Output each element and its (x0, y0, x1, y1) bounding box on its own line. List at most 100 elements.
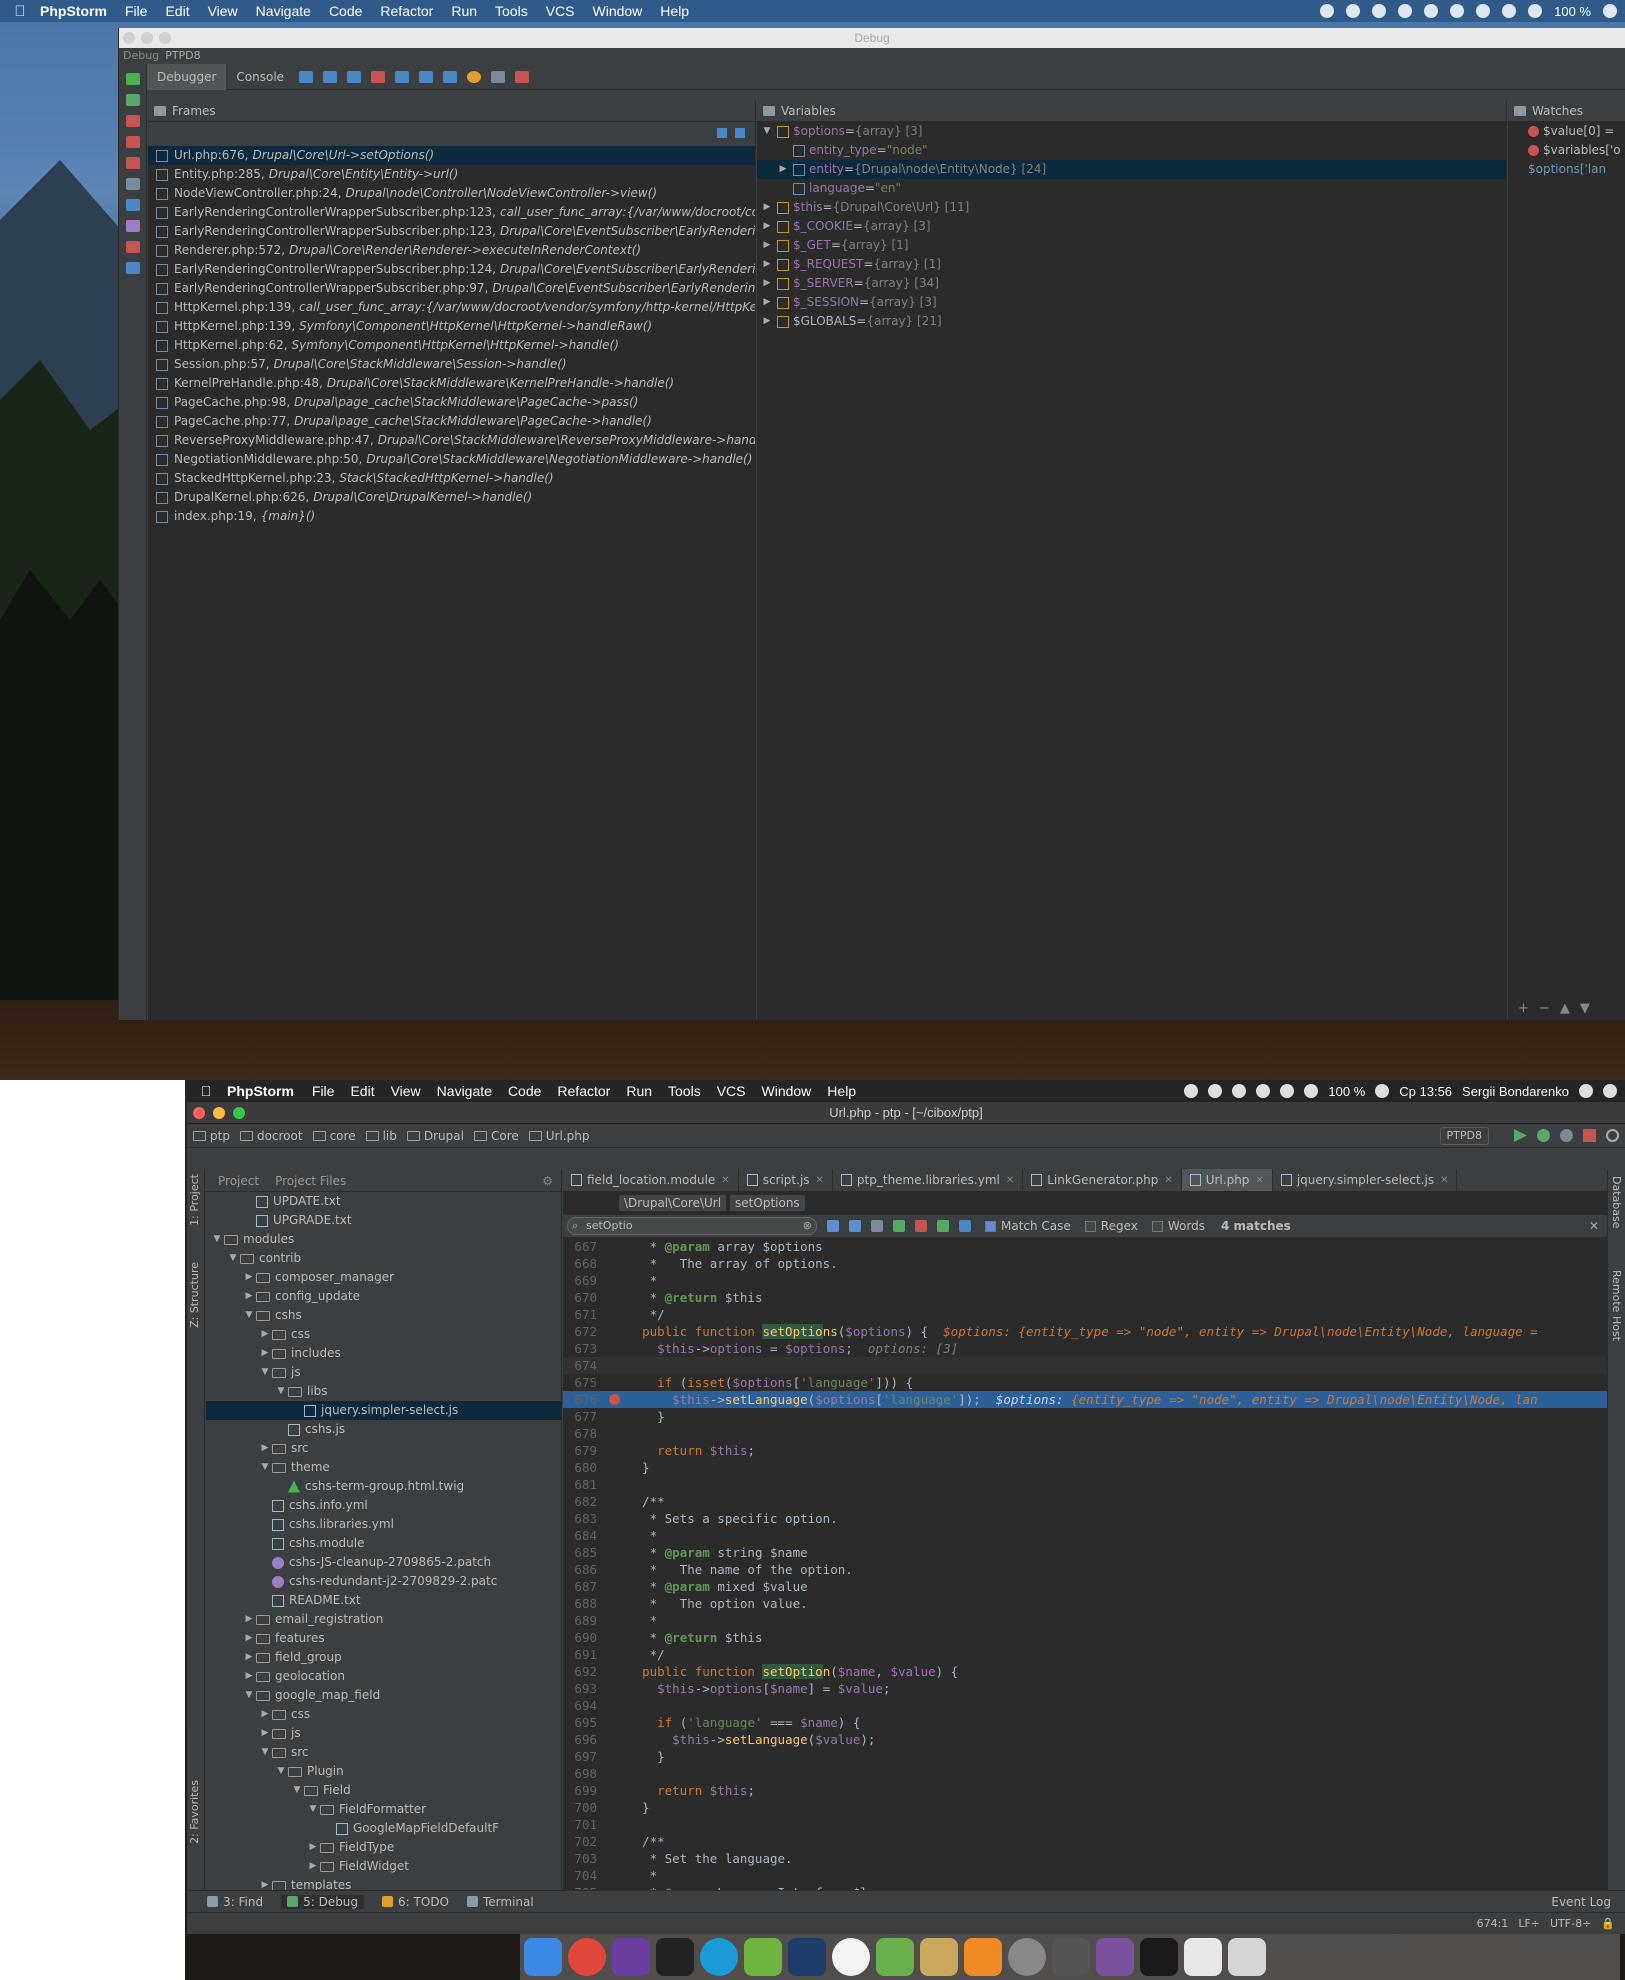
finder-icon[interactable] (524, 1938, 562, 1976)
tree-item[interactable]: ▶ src (206, 1439, 561, 1458)
tree-item[interactable]: ▼ theme (206, 1458, 561, 1477)
slack-icon[interactable] (876, 1938, 914, 1976)
menu-file[interactable]: File (125, 3, 148, 19)
variable-row[interactable]: ▶ $_COOKIE = {array} [3] (757, 217, 1506, 236)
find-all-icon[interactable] (871, 1220, 883, 1232)
tree-toggle-icon[interactable]: ▼ (226, 1249, 240, 1268)
nav-crumb[interactable]: docroot (239, 1129, 303, 1143)
tree-item[interactable]: cshs.libraries.yml (206, 1515, 561, 1534)
close-tab-icon[interactable]: ✕ (1440, 1175, 1448, 1186)
app-menu[interactable]: PhpStorm (227, 1083, 294, 1099)
run-config-select[interactable]: PTPD8 (1439, 1127, 1489, 1145)
battery-icon[interactable] (1603, 4, 1617, 18)
frame-row[interactable]: Entity.php:285, Drupal\Core\Entity\Entity… (148, 165, 755, 184)
tray-vagrant-icon[interactable] (1232, 1084, 1247, 1098)
tree-item[interactable]: ▼ js (206, 1363, 561, 1382)
frame-row[interactable]: HttpKernel.php:62, Symfony\Component\Http… (148, 336, 755, 355)
variable-row[interactable]: entity_type = "node" (757, 141, 1506, 160)
tree-item[interactable]: ▼ FieldFormatter (206, 1800, 561, 1819)
caret-position[interactable]: 674:1 (1477, 1917, 1509, 1930)
project-files-tab[interactable]: Project Files (275, 1174, 346, 1188)
next-match-icon[interactable] (849, 1220, 861, 1232)
minimize-icon[interactable] (213, 1107, 225, 1119)
tree-item[interactable]: ▼ Plugin (206, 1762, 561, 1781)
tree-toggle-icon[interactable]: ▶ (258, 1325, 272, 1344)
move-down-icon[interactable]: ▼ (1580, 1001, 1590, 1016)
tree-item[interactable]: ▼ cshs (206, 1306, 561, 1325)
menu-help[interactable]: Help (827, 1083, 856, 1099)
view-breakpoints-icon[interactable] (125, 136, 140, 148)
menu-navigate[interactable]: Navigate (256, 3, 311, 19)
tab-console[interactable]: Console (226, 64, 294, 90)
tree-item[interactable]: UPGRADE.txt (206, 1211, 561, 1230)
editor-tab[interactable]: ptp_theme.libraries.yml ✕ (833, 1169, 1024, 1191)
trash-icon[interactable] (1228, 1938, 1266, 1976)
tree-item[interactable]: ▶ templates (206, 1876, 561, 1890)
tray-dropbox-icon[interactable] (1256, 1084, 1271, 1098)
tree-toggle-icon[interactable]: ▼ (258, 1743, 272, 1762)
tray-airplay-icon[interactable] (1450, 4, 1465, 18)
flag-icon[interactable] (1375, 1084, 1390, 1098)
frame-row[interactable]: EarlyRenderingControllerWrapperSubscribe… (148, 279, 755, 298)
search-icon[interactable] (1606, 1129, 1619, 1142)
tray-bluetooth-icon[interactable] (1476, 4, 1491, 18)
tree-item[interactable]: cshs-JS-cleanup-2709865-2.patch (206, 1553, 561, 1572)
tree-item[interactable]: ▶ FieldWidget (206, 1857, 561, 1876)
tool-tab-todo[interactable]: 6: TODO (382, 1895, 449, 1909)
documents-icon[interactable] (1184, 1938, 1222, 1976)
tray-wifi-icon[interactable] (1280, 1084, 1295, 1098)
tree-toggle-icon[interactable]: ▶ (242, 1287, 256, 1306)
tree-toggle-icon[interactable]: ▶ (258, 1439, 272, 1458)
menu-code[interactable]: Code (508, 1083, 541, 1099)
tree-item[interactable]: ▶ field_group (206, 1648, 561, 1667)
tray-notify-icon[interactable] (1346, 4, 1361, 18)
close-icon[interactable] (193, 1107, 205, 1119)
sourcetree-icon[interactable] (744, 1938, 782, 1976)
menu-edit[interactable]: Edit (165, 3, 189, 19)
spotlight-icon[interactable] (1579, 1084, 1593, 1098)
match-case-checkbox[interactable] (985, 1220, 996, 1232)
tree-toggle-icon[interactable]: ▶ (306, 1838, 320, 1857)
project-settings-icon[interactable]: ⚙ (542, 1174, 553, 1188)
frame-row[interactable]: HttpKernel.php:139, call_user_func_array:… (148, 298, 755, 317)
tool-tab-terminal[interactable]: Terminal (467, 1895, 534, 1909)
nav-crumb[interactable]: ptp (193, 1129, 230, 1143)
menu-tools[interactable]: Tools (495, 3, 528, 19)
variable-row[interactable]: ▶ $this = {Drupal\Core\Url} [11] (757, 198, 1506, 217)
apple-icon[interactable]:  (185, 1083, 227, 1099)
tray-wifi-icon[interactable] (1502, 4, 1517, 18)
tree-item[interactable]: cshs.js (206, 1420, 561, 1439)
zoom-icon[interactable] (159, 32, 171, 44)
frame-row[interactable]: NodeViewController.php:24, Drupal\node\Co… (148, 184, 755, 203)
tool-tab-remote-host[interactable]: Remote Host (1610, 1270, 1623, 1341)
tray-vagrant-icon[interactable] (1372, 4, 1387, 18)
clear-search-icon[interactable]: ⊗ (803, 1218, 812, 1234)
nav-crumb[interactable]: Url.php (528, 1129, 589, 1143)
close-icon[interactable] (123, 32, 135, 44)
activity-monitor-icon[interactable] (1140, 1938, 1178, 1976)
tree-item[interactable]: UPDATE.txt (206, 1192, 561, 1211)
tab-debugger[interactable]: Debugger (147, 63, 227, 90)
variable-row[interactable]: language = "en" (757, 179, 1506, 198)
tree-item[interactable]: ▶ composer_manager (206, 1268, 561, 1287)
project-view-tab[interactable]: Project (218, 1174, 259, 1188)
terminal-icon[interactable] (656, 1938, 694, 1976)
menu-code[interactable]: Code (329, 3, 362, 19)
frame-row[interactable]: PageCache.php:98, Drupal\page_cache\Stack… (148, 393, 755, 412)
menu-run[interactable]: Run (626, 1083, 652, 1099)
frame-row[interactable]: Url.php:676, Drupal\Core\Url->setOptions(… (148, 146, 755, 165)
tree-toggle-icon[interactable]: ▼ (290, 1781, 304, 1800)
tree-item[interactable]: ▼ contrib (206, 1249, 561, 1268)
tray-dropbox-icon[interactable] (1424, 4, 1439, 18)
debug-run-config[interactable]: PTPD8 (165, 48, 200, 64)
tree-toggle-icon[interactable]: ▶ (258, 1724, 272, 1743)
tree-toggle-icon[interactable]: ▶ (242, 1667, 256, 1686)
previous-match-icon[interactable] (827, 1220, 839, 1232)
skype-icon[interactable] (700, 1938, 738, 1976)
itunes-icon[interactable] (832, 1938, 870, 1976)
variable-row[interactable]: ▼ $options = {array} [3] (757, 122, 1506, 141)
user-name[interactable]: Sergii Bondarenko (1462, 1084, 1569, 1099)
tree-toggle-icon[interactable]: ▶ (258, 1876, 272, 1890)
nav-crumb[interactable]: Drupal (406, 1129, 464, 1143)
regex-checkbox[interactable] (1084, 1220, 1096, 1232)
